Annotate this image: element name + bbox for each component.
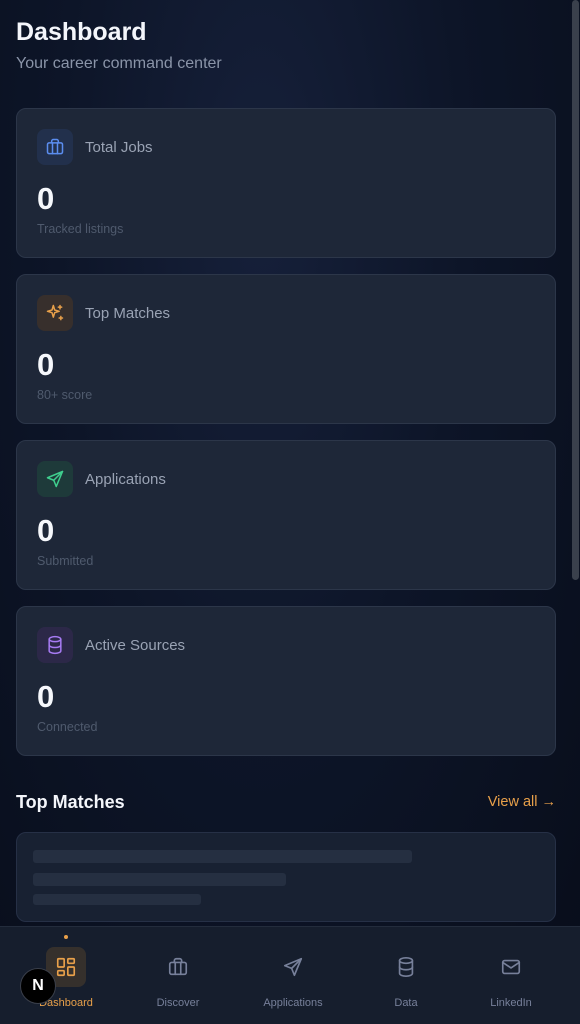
stat-label: Top Matches (85, 305, 171, 322)
stat-card-active-sources[interactable]: Active Sources 0 Connected (16, 606, 556, 756)
active-indicator (64, 935, 68, 939)
send-icon (37, 461, 73, 497)
stat-card-top-matches[interactable]: Top Matches 0 80+ score (16, 274, 556, 424)
app-badge[interactable]: N (20, 968, 56, 1004)
stat-label: Applications (85, 471, 166, 488)
view-all-link[interactable]: View all → (488, 794, 556, 810)
bottom-nav: Dashboard Discover Applications Data Lin… (0, 926, 580, 1024)
mail-icon (491, 947, 531, 987)
skeleton-line (33, 873, 286, 886)
skeleton-line (33, 850, 412, 863)
briefcase-icon (37, 129, 73, 165)
sparkles-icon (37, 295, 73, 331)
stat-value: 0 (37, 679, 55, 714)
stat-label: Total Jobs (85, 139, 153, 156)
nav-label: Applications (263, 997, 323, 1009)
stat-caption: Connected (37, 720, 98, 734)
nav-label: Discover (156, 997, 200, 1009)
stat-card-applications[interactable]: Applications 0 Submitted (16, 440, 556, 590)
stat-caption: Submitted (37, 554, 94, 568)
nav-label: Data (394, 997, 418, 1009)
database-icon (386, 947, 426, 987)
database-icon (37, 627, 73, 663)
stat-value: 0 (37, 347, 55, 382)
top-matches-heading: Top Matches (16, 792, 125, 812)
stat-value: 0 (37, 181, 55, 216)
skeleton-line (33, 894, 201, 905)
page-title: Dashboard (16, 18, 147, 46)
page-subtitle: Your career command center (16, 55, 222, 72)
stat-card-total-jobs[interactable]: Total Jobs 0 Tracked listings (16, 108, 556, 258)
match-card-skeleton (16, 832, 556, 922)
briefcase-icon (158, 947, 198, 987)
stat-caption: Tracked listings (37, 222, 124, 236)
stat-value: 0 (37, 513, 55, 548)
scrollbar[interactable] (572, 0, 579, 580)
nav-item-discover[interactable]: Discover (128, 927, 228, 1024)
stat-caption: 80+ score (37, 388, 93, 402)
nav-item-linkedin[interactable]: LinkedIn (461, 927, 561, 1024)
stat-label: Active Sources (85, 637, 186, 654)
nav-label: LinkedIn (490, 997, 532, 1009)
send-icon (273, 947, 313, 987)
nav-item-data[interactable]: Data (356, 927, 456, 1024)
nav-item-applications[interactable]: Applications (243, 927, 343, 1024)
